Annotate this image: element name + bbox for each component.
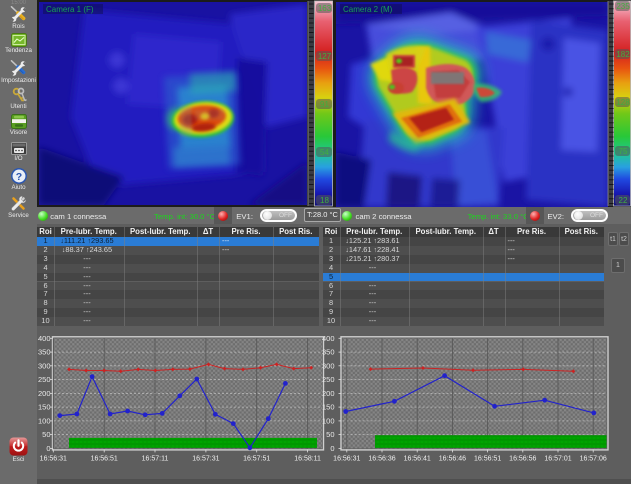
svg-text:150: 150: [322, 403, 335, 412]
svg-text:128: 128: [616, 98, 630, 107]
svg-text:250: 250: [322, 375, 335, 384]
svg-text:16:56:46: 16:56:46: [439, 455, 466, 462]
svg-text:16:57:01: 16:57:01: [544, 455, 571, 462]
svg-text:16:56:41: 16:56:41: [404, 455, 431, 462]
svg-text:16:57:31: 16:57:31: [192, 455, 219, 462]
svg-text:300: 300: [38, 361, 51, 370]
svg-text:16:56:36: 16:56:36: [368, 455, 395, 462]
svg-text:91: 91: [320, 100, 329, 109]
svg-text:0: 0: [46, 444, 50, 453]
svg-text:150: 150: [38, 403, 51, 412]
svg-text:200: 200: [38, 389, 51, 398]
svg-text:16:57:06: 16:57:06: [580, 455, 607, 462]
svg-text:200: 200: [322, 389, 335, 398]
svg-text:300: 300: [322, 361, 335, 370]
svg-text:16:57:11: 16:57:11: [142, 455, 169, 462]
svg-text:350: 350: [322, 348, 335, 357]
svg-text:400: 400: [38, 334, 51, 343]
svg-text:350: 350: [38, 348, 51, 357]
svg-text:163: 163: [318, 4, 332, 13]
svg-text:16:58:11: 16:58:11: [294, 455, 321, 462]
svg-text:16:56:51: 16:56:51: [91, 455, 118, 462]
svg-text:22: 22: [619, 196, 628, 205]
svg-text:100: 100: [38, 416, 51, 425]
svg-text:400: 400: [322, 334, 335, 343]
svg-text:16:56:31: 16:56:31: [40, 455, 67, 462]
svg-text:16:56:51: 16:56:51: [474, 455, 501, 462]
svg-text:16:57:51: 16:57:51: [243, 455, 270, 462]
svg-text:0: 0: [330, 444, 334, 453]
svg-text:127: 127: [318, 52, 332, 61]
svg-text:16:56:56: 16:56:56: [509, 455, 536, 462]
svg-text:54: 54: [320, 148, 329, 157]
svg-text:18: 18: [320, 196, 329, 205]
svg-text:182: 182: [616, 50, 630, 59]
svg-text:250: 250: [38, 375, 51, 384]
svg-text:16:56:31: 16:56:31: [333, 455, 360, 462]
svg-text:50: 50: [42, 430, 50, 439]
svg-text:?: ?: [15, 171, 21, 183]
svg-text:235: 235: [616, 2, 630, 11]
svg-text:100: 100: [322, 416, 335, 425]
svg-text:75: 75: [619, 147, 628, 156]
svg-text:50: 50: [326, 430, 334, 439]
